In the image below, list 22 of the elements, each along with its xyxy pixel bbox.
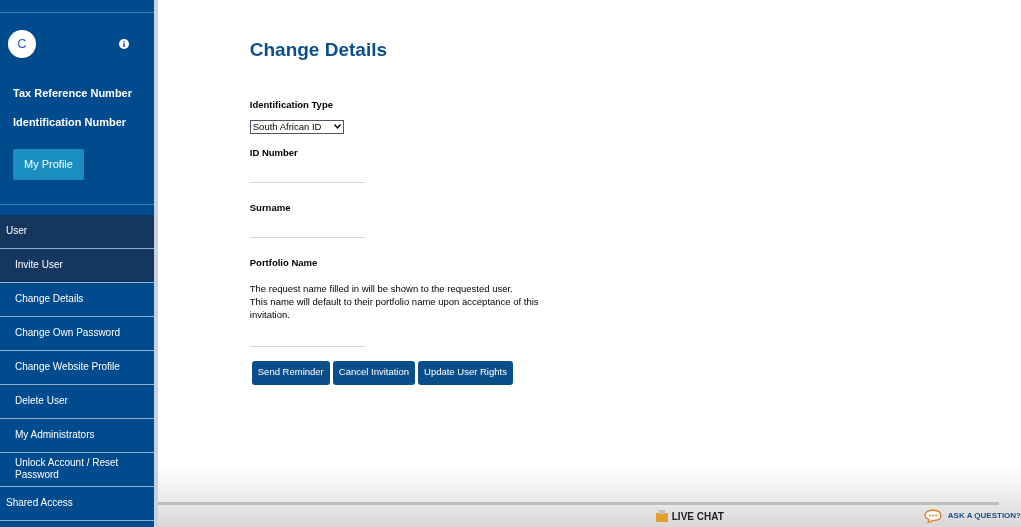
profile-label: Tax Reference Number xyxy=(13,86,133,101)
field-label: Portfolio Name xyxy=(249,256,319,271)
speech-bubble-icon[interactable] xyxy=(923,509,942,523)
avatar: C xyxy=(8,30,36,58)
menu-item[interactable]: Invite User xyxy=(0,248,154,283)
live-chat-link[interactable]: LIVE CHAT xyxy=(671,508,724,524)
action-button[interactable]: Send Reminder xyxy=(251,360,330,385)
action-button[interactable]: Update User Rights xyxy=(418,360,513,385)
field-label: Identification Type xyxy=(249,97,334,112)
info-icon[interactable] xyxy=(118,39,129,49)
my-profile-button[interactable]: My Profile xyxy=(13,149,84,180)
profile-label: Identification Number xyxy=(13,114,128,130)
identification-type-select[interactable]: South African ID xyxy=(249,119,344,134)
page-title: Change Details xyxy=(249,38,389,62)
ask-question-link[interactable]: ASK A QUESTION? xyxy=(947,510,1021,522)
action-button[interactable]: Cancel Invitation xyxy=(332,360,415,385)
chevron-icon xyxy=(333,124,341,130)
chat-icon[interactable] xyxy=(654,509,669,523)
portfolio-note: The request name filled in will be shown to the requested user. This name will default to their portfolio name upon acceptance of this invitation. xyxy=(249,281,540,321)
field-label: ID Number xyxy=(249,145,299,160)
menu-section[interactable]: User xyxy=(0,214,154,249)
field-label: Surname xyxy=(249,201,292,215)
